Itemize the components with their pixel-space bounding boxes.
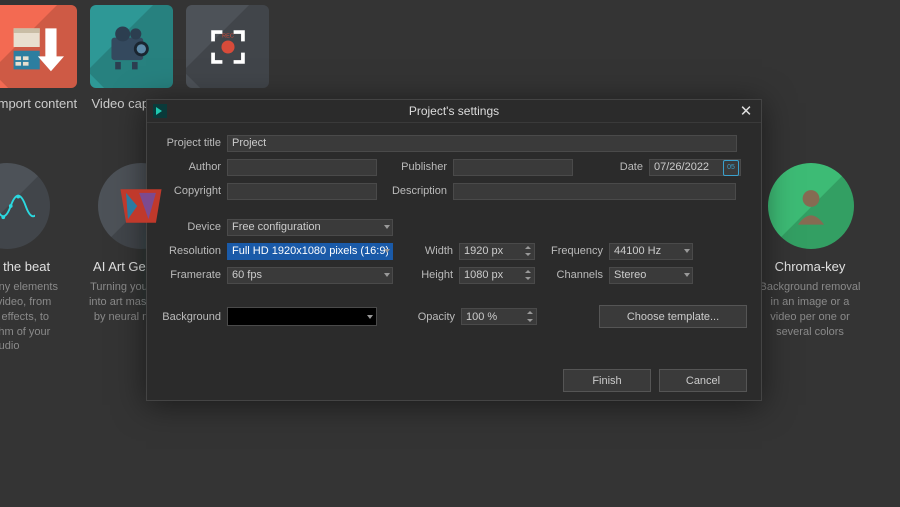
label-description: Description (377, 185, 447, 197)
feature-block: Detect the beat Moving any elements in yo… (0, 259, 58, 369)
calendar-icon[interactable]: 05 (723, 160, 739, 176)
chevron-down-icon (384, 249, 390, 253)
framerate-value[interactable] (227, 267, 393, 284)
label-date: Date (573, 161, 643, 173)
feature-desc: Background removal in an image or a vide… (758, 280, 862, 339)
ai-art-icon (98, 163, 184, 249)
chevron-down-icon (384, 273, 390, 277)
chroma-key-icon (768, 163, 854, 249)
label-channels: Channels (535, 269, 603, 281)
project-title-input[interactable] (227, 135, 737, 152)
chevron-down-icon (367, 315, 373, 319)
feature-block: Chroma-key Background removal in an image… (758, 259, 862, 369)
publisher-input[interactable] (453, 159, 573, 176)
feature-circle[interactable] (98, 163, 184, 249)
feature-circle[interactable] (768, 163, 854, 249)
feature-desc: Moving any elements in your video, from … (0, 280, 58, 354)
finish-button[interactable]: Finish (563, 369, 651, 392)
template-card-row: REC (0, 0, 900, 88)
stepper-buttons[interactable] (522, 244, 534, 259)
label-width: Width (393, 245, 453, 257)
description-input[interactable] (453, 183, 736, 200)
waveform-icon (0, 163, 50, 249)
choose-template-button[interactable]: Choose template... (599, 305, 747, 328)
feature-name: Detect the beat (0, 259, 58, 274)
screen-rec-icon: REC (186, 5, 269, 88)
frequency-select[interactable] (609, 243, 693, 260)
card-import[interactable] (0, 5, 77, 88)
height-stepper[interactable] (459, 267, 535, 284)
copyright-input[interactable] (227, 183, 377, 200)
date-field[interactable]: 05 (649, 159, 741, 176)
width-stepper[interactable] (459, 243, 535, 260)
svg-text:REC: REC (222, 33, 234, 39)
chevron-down-icon (684, 249, 690, 253)
feature-circle[interactable] (0, 163, 50, 249)
frequency-value[interactable] (609, 243, 693, 260)
label-background: Background (161, 311, 221, 323)
framerate-select[interactable] (227, 267, 393, 284)
dialog-footer: Finish Cancel (563, 369, 747, 392)
device-value[interactable] (227, 219, 393, 236)
feature-name: Chroma-key (758, 259, 862, 274)
import-icon (0, 5, 77, 88)
card-screen-capture[interactable]: REC (186, 5, 269, 88)
chevron-down-icon (384, 225, 390, 229)
opacity-stepper[interactable] (461, 308, 537, 325)
stepper-buttons[interactable] (522, 268, 534, 283)
dialog-title: Project's settings (147, 104, 761, 118)
device-select[interactable] (227, 219, 393, 236)
label-height: Height (393, 269, 453, 281)
label-framerate: Framerate (161, 269, 221, 281)
chevron-down-icon (684, 273, 690, 277)
author-input[interactable] (227, 159, 377, 176)
label-project-title: Project title (161, 137, 221, 149)
cancel-button[interactable]: Cancel (659, 369, 747, 392)
stepper-buttons[interactable] (524, 309, 536, 324)
label-publisher: Publisher (377, 161, 447, 173)
label-opacity: Opacity (377, 311, 455, 323)
dialog-titlebar[interactable]: Project's settings ✕ (147, 100, 761, 123)
resolution-value[interactable] (227, 243, 393, 260)
background-color-picker[interactable] (227, 307, 377, 326)
project-settings-dialog: Project's settings ✕ Project title Autho… (146, 99, 762, 401)
camera-icon (90, 5, 173, 88)
channels-value[interactable] (609, 267, 693, 284)
card-title: Import content (0, 96, 77, 111)
card-video-capture[interactable] (90, 5, 173, 88)
close-icon[interactable]: ✕ (737, 102, 755, 120)
channels-select[interactable] (609, 267, 693, 284)
label-frequency: Frequency (535, 245, 603, 257)
resolution-select[interactable] (227, 243, 393, 260)
